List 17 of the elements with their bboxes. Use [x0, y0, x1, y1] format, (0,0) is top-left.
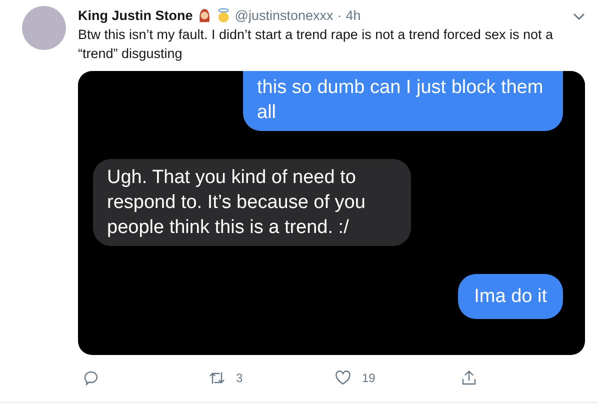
- retweet-icon[interactable]: [208, 369, 226, 387]
- tweet-text: Btw this isn’t my fault. I didn’t start a trend rape is not a trend forced sex is not a “trend” disgusting: [78, 26, 554, 63]
- angel-icon: [216, 8, 231, 23]
- user-name[interactable]: King Justin Stone: [78, 8, 193, 23]
- message-bubble: this so dumb can I just block them all: [243, 71, 563, 131]
- woman-icon: [196, 8, 212, 23]
- heart-icon[interactable]: [334, 369, 352, 387]
- tweet-time[interactable]: 4h: [346, 8, 361, 23]
- separator-dot: ·: [337, 8, 342, 23]
- retweet-count: 3: [236, 371, 243, 385]
- user-handle[interactable]: @justinstonexxx: [234, 8, 334, 23]
- share-icon[interactable]: [460, 369, 478, 387]
- like-count: 19: [362, 371, 376, 385]
- message-bubble: Ugh. That you kind of need to respond to. It’s because of you people think this is a trend. :/: [93, 159, 411, 246]
- chat-screenshot[interactable]: this so dumb can I just block them all Ugh. That you kind of need to respond to. It’s because of you people think this is a trend. :/ Ima do it: [78, 71, 585, 355]
- message-bubble: Ima do it: [458, 274, 563, 319]
- reply-icon[interactable]: [82, 369, 100, 387]
